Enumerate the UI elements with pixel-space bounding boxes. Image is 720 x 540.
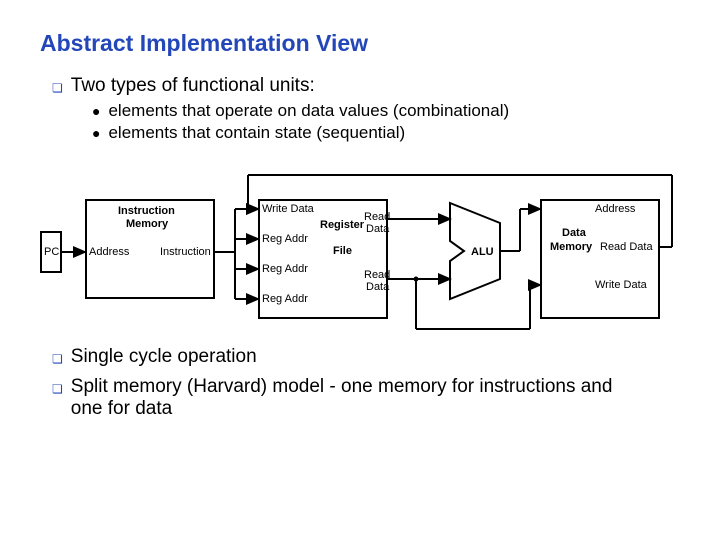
- bullet-text: Two types of functional units:: [71, 75, 315, 97]
- pc-label: PC: [44, 246, 59, 258]
- datapath-diagram: PC Instruction Memory Address Instructio…: [40, 161, 680, 336]
- bullet-single-cycle: ❏ Single cycle operation: [52, 346, 680, 368]
- square-bullet-icon: ❏: [52, 81, 63, 95]
- rf-title-2: File: [333, 245, 352, 257]
- alu-label: ALU: [471, 246, 494, 258]
- rf-reg-addr-2: Reg Addr: [262, 263, 308, 275]
- square-bullet-icon: ❏: [52, 352, 63, 366]
- bullet-functional-units: ❏ Two types of functional units:: [52, 75, 680, 97]
- dot-bullet-icon: ●: [92, 103, 100, 119]
- rf-title-1: Register: [320, 219, 364, 231]
- rf-read-data-1b: Data: [366, 223, 389, 235]
- dmem-write-data-port: Write Data: [595, 279, 647, 291]
- data-memory-block: [540, 199, 660, 319]
- imem-address-port: Address: [89, 246, 129, 258]
- rf-read-data-2b: Data: [366, 281, 389, 293]
- rf-write-data-port: Write Data: [262, 203, 314, 215]
- bullet-text: Split memory (Harvard) model - one memor…: [71, 376, 631, 420]
- dmem-title-1: Data: [562, 227, 586, 239]
- bullet-text: elements that contain state (sequential): [108, 123, 405, 143]
- bullet-combinational: ● elements that operate on data values (…: [92, 101, 680, 121]
- dmem-title-2: Memory: [550, 241, 592, 253]
- bullet-sequential: ● elements that contain state (sequentia…: [92, 123, 680, 143]
- bullet-text: elements that operate on data values (co…: [108, 101, 509, 121]
- imem-title-2: Memory: [126, 218, 168, 230]
- bullet-text: Single cycle operation: [71, 346, 257, 368]
- rf-read-data-2a: Read: [364, 269, 390, 281]
- rf-read-data-1a: Read: [364, 211, 390, 223]
- imem-title-1: Instruction: [118, 205, 175, 217]
- rf-reg-addr-3: Reg Addr: [262, 293, 308, 305]
- dmem-address-port: Address: [595, 203, 635, 215]
- bullet-harvard-model: ❏ Split memory (Harvard) model - one mem…: [52, 376, 680, 420]
- square-bullet-icon: ❏: [52, 382, 63, 396]
- rf-reg-addr-1: Reg Addr: [262, 233, 308, 245]
- imem-instruction-port: Instruction: [160, 246, 211, 258]
- dot-bullet-icon: ●: [92, 125, 100, 141]
- page-title: Abstract Implementation View: [40, 30, 680, 57]
- dmem-read-data-port: Read Data: [600, 241, 653, 253]
